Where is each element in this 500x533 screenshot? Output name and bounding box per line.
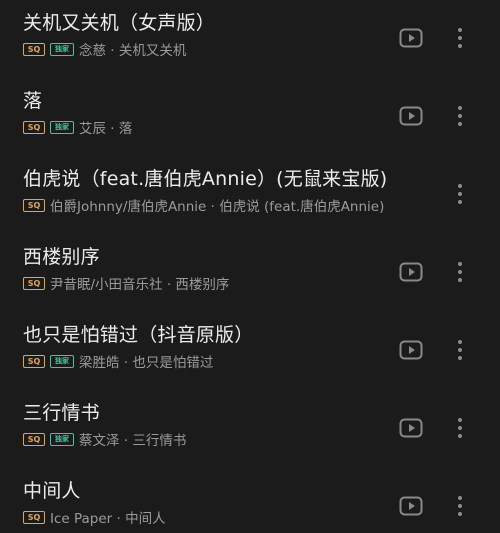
exclusive-badge: 独家 — [50, 42, 74, 56]
exclusive-badge: 独家 — [50, 432, 74, 446]
song-meta: SQ 独家 念慈 · 关机又关机 — [23, 40, 187, 59]
song-list: 关机又关机（女声版） SQ 独家 念慈 · 关机又关机 落 SQ 独家 艾辰 ·… — [0, 0, 500, 533]
song-title: 落 — [23, 90, 43, 112]
play-video-icon[interactable] — [399, 418, 423, 438]
song-meta: SQ 尹昔眠/小田音乐社 · 西楼别序 — [23, 274, 230, 293]
play-video-icon[interactable] — [399, 340, 423, 360]
song-subtitle: 伯爵Johnny/唐伯虎Annie · 伯虎说 (feat.唐伯虎Annie) — [50, 199, 385, 215]
song-row[interactable]: 落 SQ 独家 艾辰 · 落 — [0, 78, 500, 156]
song-title: 三行情书 — [23, 402, 100, 424]
song-row[interactable]: 也只是怕错过（抖音原版） SQ 独家 梁胜皓 · 也只是怕错过 — [0, 312, 500, 390]
sq-quality-badge: SQ — [23, 120, 45, 134]
song-subtitle: 艾辰 · 落 — [79, 121, 133, 137]
song-title: 中间人 — [23, 480, 81, 502]
sq-quality-badge: SQ — [23, 198, 45, 212]
song-row[interactable]: 关机又关机（女声版） SQ 独家 念慈 · 关机又关机 — [0, 0, 500, 78]
song-title: 伯虎说（feat.唐伯虎Annie）(无鼠来宝版) — [23, 168, 388, 190]
song-subtitle: 蔡文泽 · 三行情书 — [79, 433, 187, 449]
song-row[interactable]: 西楼别序 SQ 尹昔眠/小田音乐社 · 西楼别序 — [0, 234, 500, 312]
song-subtitle: Ice Paper · 中间人 — [50, 511, 166, 527]
play-video-icon[interactable] — [399, 496, 423, 516]
song-meta: SQ 独家 艾辰 · 落 — [23, 118, 133, 137]
song-subtitle: 尹昔眠/小田音乐社 · 西楼别序 — [50, 277, 230, 293]
song-row[interactable]: 三行情书 SQ 独家 蔡文泽 · 三行情书 — [0, 390, 500, 468]
more-vertical-icon[interactable] — [452, 26, 468, 50]
exclusive-badge: 独家 — [50, 120, 74, 134]
song-row[interactable]: 伯虎说（feat.唐伯虎Annie）(无鼠来宝版) SQ 伯爵Johnny/唐伯… — [0, 156, 500, 234]
play-video-icon[interactable] — [399, 262, 423, 282]
song-row[interactable]: 中间人 SQ Ice Paper · 中间人 — [0, 468, 500, 533]
song-meta: SQ Ice Paper · 中间人 — [23, 508, 166, 527]
sq-quality-badge: SQ — [23, 432, 45, 446]
song-meta: SQ 独家 蔡文泽 · 三行情书 — [23, 430, 187, 449]
exclusive-badge: 独家 — [50, 354, 74, 368]
more-vertical-icon[interactable] — [452, 416, 468, 440]
play-video-icon[interactable] — [399, 106, 423, 126]
song-title: 西楼别序 — [23, 246, 100, 268]
song-title: 关机又关机（女声版） — [23, 12, 216, 34]
sq-quality-badge: SQ — [23, 276, 45, 290]
song-title: 也只是怕错过（抖音原版） — [23, 324, 254, 346]
more-vertical-icon[interactable] — [452, 260, 468, 284]
song-meta: SQ 独家 梁胜皓 · 也只是怕错过 — [23, 352, 214, 371]
more-vertical-icon[interactable] — [452, 494, 468, 518]
song-subtitle: 念慈 · 关机又关机 — [79, 43, 187, 59]
play-video-icon[interactable] — [399, 28, 423, 48]
more-vertical-icon[interactable] — [452, 104, 468, 128]
song-meta: SQ 伯爵Johnny/唐伯虎Annie · 伯虎说 (feat.唐伯虎Anni… — [23, 196, 385, 215]
more-vertical-icon[interactable] — [452, 338, 468, 362]
sq-quality-badge: SQ — [23, 354, 45, 368]
sq-quality-badge: SQ — [23, 510, 45, 524]
song-subtitle: 梁胜皓 · 也只是怕错过 — [79, 355, 214, 371]
more-vertical-icon[interactable] — [452, 182, 468, 206]
sq-quality-badge: SQ — [23, 42, 45, 56]
